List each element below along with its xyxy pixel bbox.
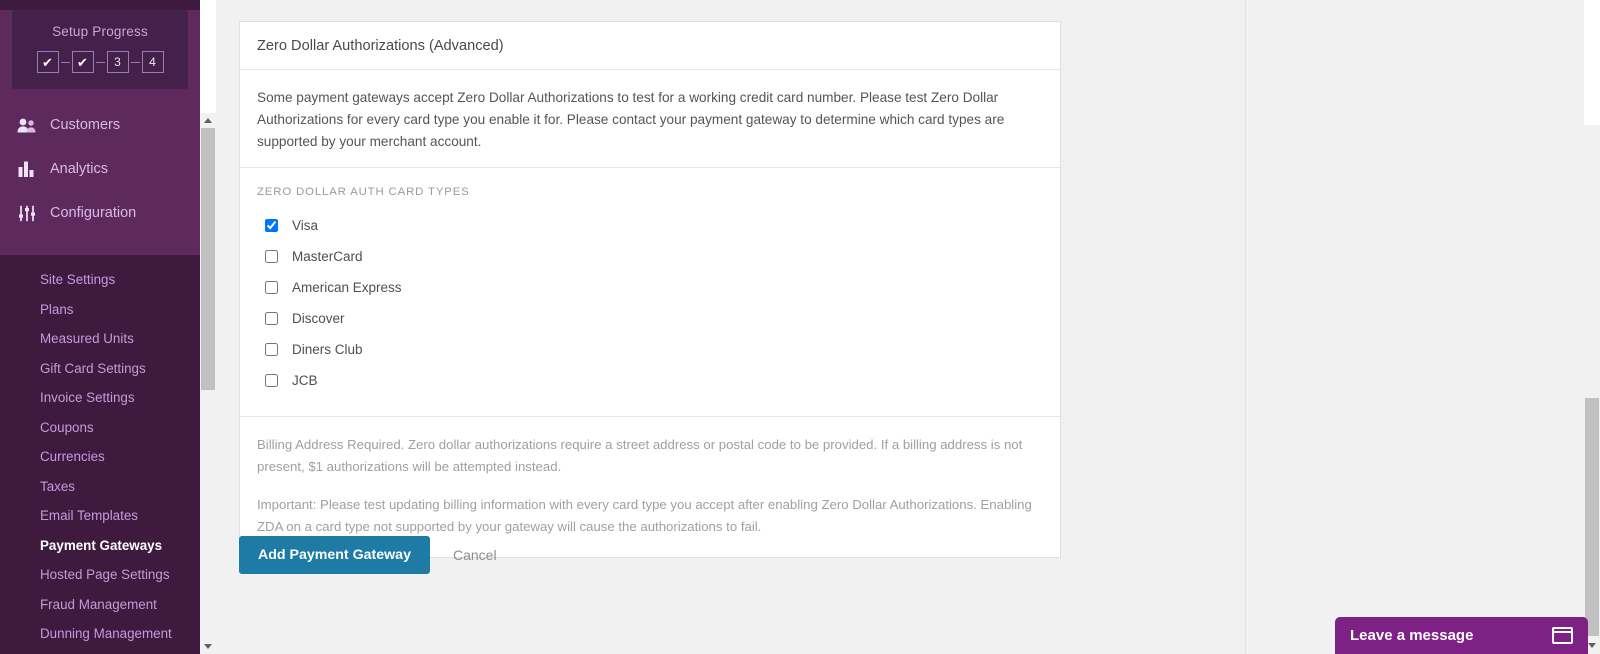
sidebar-item-payment-gateways[interactable]: Payment Gateways <box>0 531 200 561</box>
sidebar-item-coupons[interactable]: Coupons <box>0 413 200 443</box>
card-type-row-jcb[interactable]: JCB <box>257 365 1043 396</box>
sidebar: Setup Progress ✔ ✔ 3 4 Customers Analyti… <box>0 0 200 654</box>
card-type-row-mastercard[interactable]: MasterCard <box>257 241 1043 272</box>
card-type-label[interactable]: American Express <box>292 280 402 295</box>
configuration-icon <box>14 204 40 222</box>
add-payment-gateway-button[interactable]: Add Payment Gateway <box>239 536 430 574</box>
sidebar-item-invoice-settings[interactable]: Invoice Settings <box>0 383 200 413</box>
scroll-up-arrow-icon[interactable] <box>200 113 216 128</box>
sidebar-item-configuration[interactable]: Configuration <box>0 191 200 235</box>
card-type-row-discover[interactable]: Discover <box>257 303 1043 334</box>
form-actions: Add Payment Gateway Cancel <box>239 536 505 574</box>
setup-progress-title: Setup Progress <box>52 24 148 39</box>
cancel-button[interactable]: Cancel <box>445 536 505 574</box>
checkbox-american-express[interactable] <box>265 281 278 294</box>
sidebar-item-dunning-management[interactable]: Dunning Management <box>0 619 200 649</box>
chat-window-icon[interactable] <box>1552 627 1573 644</box>
billing-address-note: Billing Address Required. Zero dollar au… <box>257 437 1023 474</box>
sidebar-subitem-label: Email Templates <box>40 508 138 524</box>
sidebar-item-label: Customers <box>50 116 121 133</box>
card-type-label[interactable]: Discover <box>292 311 345 326</box>
sidebar-item-customers[interactable]: Customers <box>0 103 200 147</box>
important-note: Important: Please test updating billing … <box>257 497 1032 534</box>
card-type-label[interactable]: Diners Club <box>292 342 363 357</box>
sidebar-subitem-label: Invoice Settings <box>40 390 135 406</box>
sidebar-item-fraud-management[interactable]: Fraud Management <box>0 590 200 620</box>
sidebar-main-nav: Customers Analytics Configuration <box>0 103 200 235</box>
card-type-row-diners-club[interactable]: Diners Club <box>257 334 1043 365</box>
card-intro-section: Some payment gateways accept Zero Dollar… <box>240 70 1060 168</box>
card-type-label[interactable]: JCB <box>292 373 318 388</box>
sidebar-item-label: Configuration <box>50 204 137 221</box>
page-scrollbar-thumb[interactable] <box>1585 398 1599 636</box>
checkbox-mastercard[interactable] <box>265 250 278 263</box>
setup-step-separator <box>95 61 105 63</box>
sidebar-subitem-label: Coupons <box>40 419 94 435</box>
sidebar-subitem-label: Gift Card Settings <box>40 360 146 376</box>
setup-step-separator <box>130 61 140 63</box>
sidebar-item-measured-units[interactable]: Measured Units <box>0 324 200 354</box>
card-types-section: ZERO DOLLAR AUTH CARD TYPES Visa MasterC… <box>240 168 1060 417</box>
main-content: Zero Dollar Authorizations (Advanced) So… <box>216 0 1600 654</box>
setup-step-3[interactable]: 3 <box>106 51 129 73</box>
card-type-label[interactable]: Visa <box>292 218 318 233</box>
sidebar-subitem-label: Fraud Management <box>40 596 157 612</box>
sidebar-item-plans[interactable]: Plans <box>0 295 200 325</box>
app-root: Setup Progress ✔ ✔ 3 4 Customers Analyti… <box>0 0 1600 654</box>
setup-step-separator <box>60 61 70 63</box>
sidebar-top-section: Setup Progress ✔ ✔ 3 4 Customers Analyti… <box>0 10 200 255</box>
sidebar-sub-nav: Site Settings Plans Measured Units Gift … <box>0 255 200 649</box>
setup-step-1[interactable]: ✔ <box>36 51 59 73</box>
setup-step-4[interactable]: 4 <box>141 51 164 73</box>
sidebar-scrollbar-thumb[interactable] <box>201 128 215 390</box>
sidebar-subitem-label: Plans <box>40 301 74 317</box>
customers-icon <box>14 116 40 134</box>
card-type-row-visa[interactable]: Visa <box>257 210 1043 241</box>
setup-step-2[interactable]: ✔ <box>71 51 94 73</box>
analytics-icon <box>14 160 40 178</box>
chat-widget[interactable]: Leave a message <box>1335 617 1588 654</box>
sidebar-item-label: Analytics <box>50 160 109 177</box>
card-type-label[interactable]: MasterCard <box>292 249 363 264</box>
sidebar-subitem-label: Currencies <box>40 449 105 465</box>
checkbox-jcb[interactable] <box>265 374 278 387</box>
card-type-row-american-express[interactable]: American Express <box>257 272 1043 303</box>
sidebar-item-email-templates[interactable]: Email Templates <box>0 501 200 531</box>
sidebar-subitem-label: Dunning Management <box>40 626 172 642</box>
sidebar-item-hosted-page-settings[interactable]: Hosted Page Settings <box>0 560 200 590</box>
sidebar-item-currencies[interactable]: Currencies <box>0 442 200 472</box>
checkbox-discover[interactable] <box>265 312 278 325</box>
card-intro-text: Some payment gateways accept Zero Dollar… <box>257 90 1005 149</box>
sidebar-item-analytics[interactable]: Analytics <box>0 147 200 191</box>
sidebar-item-taxes[interactable]: Taxes <box>0 472 200 502</box>
setup-progress-widget[interactable]: Setup Progress ✔ ✔ 3 4 <box>12 10 188 89</box>
content-divider <box>1245 0 1246 654</box>
scroll-down-arrow-icon[interactable] <box>200 639 216 654</box>
sidebar-subitem-label: Site Settings <box>40 272 116 288</box>
card-types-section-label: ZERO DOLLAR AUTH CARD TYPES <box>257 186 470 198</box>
checkbox-visa[interactable] <box>265 219 278 232</box>
chat-widget-label: Leave a message <box>1350 627 1474 644</box>
sidebar-scrollbar-track-top <box>200 0 216 113</box>
checkbox-diners-club[interactable] <box>265 343 278 356</box>
sidebar-subitem-label: Taxes <box>40 478 75 494</box>
zero-dollar-authorizations-card: Zero Dollar Authorizations (Advanced) So… <box>239 21 1061 558</box>
sidebar-subitem-label: Measured Units <box>40 331 134 347</box>
sidebar-scrollbar[interactable] <box>200 0 216 654</box>
page-scrollbar[interactable] <box>1584 0 1600 654</box>
card-title: Zero Dollar Authorizations (Advanced) <box>240 22 1060 70</box>
sidebar-item-gift-card-settings[interactable]: Gift Card Settings <box>0 354 200 384</box>
sidebar-item-site-settings[interactable]: Site Settings <box>0 265 200 295</box>
setup-progress-steps: ✔ ✔ 3 4 <box>12 51 188 73</box>
sidebar-subitem-label: Hosted Page Settings <box>40 567 170 583</box>
sidebar-subitem-label: Payment Gateways <box>40 537 163 553</box>
page-scrollbar-track-top <box>1584 0 1600 125</box>
